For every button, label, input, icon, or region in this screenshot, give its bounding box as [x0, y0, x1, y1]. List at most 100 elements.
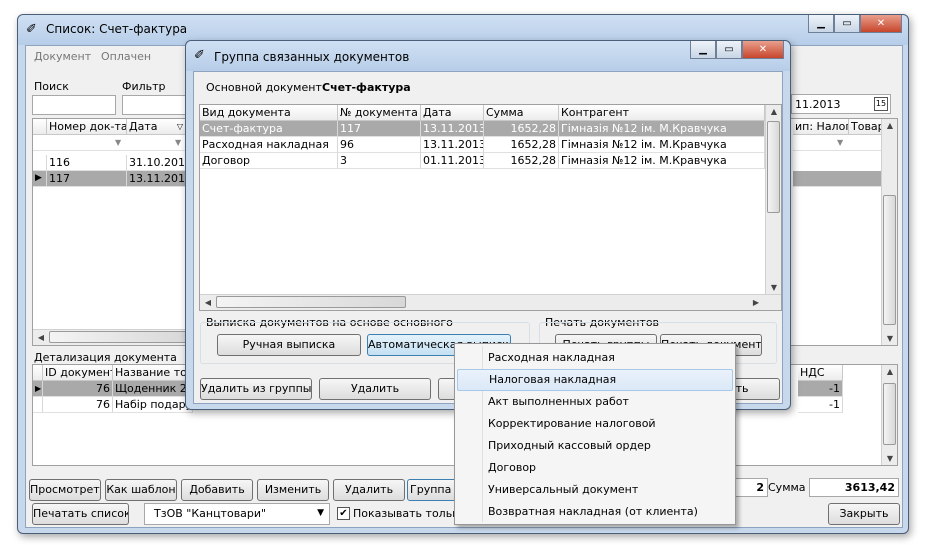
filter-dropdown-icon[interactable]: ▼	[175, 135, 181, 150]
column-header-nds[interactable]: НДС	[798, 365, 843, 381]
row-indicator	[33, 397, 43, 413]
menu-item-work-act[interactable]: Акт выполненных работ	[457, 391, 733, 413]
scroll-down-icon[interactable]: ▼	[766, 283, 782, 292]
cell-sum: 1652,28	[484, 137, 559, 153]
print-list-button[interactable]: Печатать список	[32, 503, 129, 525]
column-header-date[interactable]: Дата	[421, 105, 484, 121]
filter-dropdown-icon[interactable]: ▼	[837, 135, 843, 150]
scroll-thumb[interactable]	[216, 296, 406, 308]
scroll-thumb[interactable]	[49, 331, 189, 343]
documents-horizontal-scrollbar[interactable]: ◀	[33, 329, 193, 345]
column-header-goods[interactable]: Товар	[849, 119, 883, 135]
menu-item-tax-invoice[interactable]: Налоговая накладная	[457, 369, 733, 391]
sum-field: 3613,42	[809, 478, 899, 497]
close-window-button[interactable]: ✕	[742, 41, 784, 59]
manual-issue-button[interactable]: Ручная выписка	[217, 334, 361, 356]
scroll-down-icon[interactable]: ▼	[882, 454, 898, 463]
column-header-counterparty[interactable]: Контрагент	[559, 105, 765, 121]
dialog-horizontal-scrollbar[interactable]: ◀ ▶	[200, 294, 781, 310]
sum-label: Сумма	[768, 481, 806, 494]
minimize-button[interactable]: ▁	[690, 41, 716, 59]
show-only-label[interactable]: Показывать только	[353, 507, 466, 520]
cell-product-name: Щоденник 201	[113, 381, 193, 397]
close-button[interactable]: Закрыть	[828, 503, 900, 525]
calendar-icon[interactable]: 15	[874, 97, 888, 111]
row-indicator	[33, 155, 47, 171]
column-header-sum[interactable]: Сумма	[484, 105, 559, 121]
close-window-button[interactable]: ✕	[860, 15, 902, 33]
scroll-down-icon[interactable]: ▼	[882, 334, 898, 343]
column-header-doc-number[interactable]: № документа	[338, 105, 421, 121]
date-input[interactable]: 11.2013 15	[791, 94, 891, 114]
cell-nds: -1	[798, 397, 843, 413]
documents-vertical-scrollbar[interactable]: ▲ ▼	[881, 119, 897, 345]
menu-item-return-invoice[interactable]: Возвратная накладная (от клиента)	[457, 501, 733, 523]
filter-dropdown-icon[interactable]: ▼	[115, 135, 121, 150]
menu-item-tax-correction[interactable]: Корректирование налоговой	[457, 413, 733, 435]
count-value: 2	[756, 481, 764, 494]
menu-item-universal-document[interactable]: Универсальный документ	[457, 479, 733, 501]
main-document-label: Основной документ	[206, 81, 322, 94]
edit-button[interactable]: Изменить	[257, 479, 329, 501]
app-icon: ✐	[26, 22, 37, 37]
view-button[interactable]: Просмотреть	[29, 479, 101, 501]
filter-row-right[interactable]: ▼	[793, 135, 883, 151]
detail-vertical-scrollbar[interactable]: ▲ ▼	[881, 365, 897, 465]
company-select-value: ТзОВ "Канцтовари"	[154, 507, 267, 520]
chevron-down-icon[interactable]: ▼	[317, 508, 324, 518]
add-button[interactable]: Добавить	[181, 479, 253, 501]
cell-counterparty: Гімназія №12 ім. М.Кравчука	[559, 121, 765, 137]
scroll-thumb[interactable]	[767, 121, 780, 213]
column-header-doc-type[interactable]: Вид документа	[200, 105, 338, 121]
column-header-tax-type[interactable]: ип: Налог	[793, 119, 849, 135]
cell-date: 13.11.2013	[421, 121, 484, 137]
scroll-up-icon[interactable]: ▲	[882, 367, 898, 376]
maximize-button[interactable]: ▭	[834, 15, 860, 33]
cell-date: 13.11.2013	[127, 171, 187, 187]
dialog-vertical-scrollbar[interactable]: ▲ ▼	[765, 105, 781, 294]
cell-doc-id: 76	[43, 381, 113, 397]
column-header-number[interactable]: Номер док-та	[47, 119, 127, 135]
company-select[interactable]: ТзОВ "Канцтовари" ▼	[144, 503, 330, 525]
filter-input[interactable]	[122, 95, 192, 115]
cell-doc-type: Расходная накладная	[200, 137, 338, 153]
maximize-button[interactable]: ▭	[716, 41, 742, 59]
menu-item-paid[interactable]: Оплачен	[101, 50, 151, 63]
cell-sum: 1652,28	[484, 121, 559, 137]
column-header-doc-id[interactable]: ID документ	[43, 365, 113, 381]
column-header-product-name[interactable]: Название това	[113, 365, 193, 381]
cell-counterparty: Гімназія №12 ім. М.Кравчука	[559, 153, 765, 169]
delete-button[interactable]: Удалить	[333, 479, 405, 501]
scroll-up-icon[interactable]: ▲	[766, 107, 782, 116]
scroll-thumb[interactable]	[883, 383, 896, 445]
minimize-button[interactable]: ▁	[808, 15, 834, 33]
cell-doc-number: 117	[338, 121, 421, 137]
menu-item-expense-invoice[interactable]: Расходная накладная	[457, 347, 733, 369]
delete-button[interactable]: Удалить	[319, 378, 431, 400]
scroll-thumb[interactable]	[883, 195, 896, 325]
count-field: 2	[734, 478, 768, 497]
cell-date: 31.10.2013	[127, 155, 187, 171]
cell-doc-type: Договор	[200, 153, 338, 169]
auto-issue-menu: Расходная накладная Налоговая накладная …	[454, 343, 736, 525]
cell-doc-number: 96	[338, 137, 421, 153]
search-label: Поиск	[34, 80, 69, 93]
filter-row[interactable]: ▼ ▼	[33, 135, 187, 151]
scroll-left-icon[interactable]: ◀	[200, 298, 216, 307]
scroll-left-icon[interactable]: ◀	[33, 333, 49, 342]
current-row-icon: ▶	[33, 171, 47, 187]
cell-doc-id: 76	[43, 397, 113, 413]
sum-value: 3613,42	[844, 481, 895, 494]
dialog-title: Группа связанных документов	[214, 50, 410, 64]
scroll-right-icon[interactable]: ▶	[748, 298, 764, 307]
column-header-date[interactable]: Дата ▽	[127, 119, 187, 135]
menu-item-contract[interactable]: Договор	[457, 457, 733, 479]
cell-number: 117	[47, 171, 127, 187]
remove-from-group-button[interactable]: Удалить из группы	[200, 378, 312, 400]
menu-item-document[interactable]: Документ	[34, 50, 91, 63]
show-only-checkbox[interactable]: ✔	[337, 507, 350, 520]
as-template-button[interactable]: Как шаблон	[105, 479, 177, 501]
menu-item-cash-receipt[interactable]: Приходный кассовый ордер	[457, 435, 733, 457]
search-input[interactable]	[32, 95, 116, 115]
scroll-up-icon[interactable]: ▲	[882, 121, 898, 130]
